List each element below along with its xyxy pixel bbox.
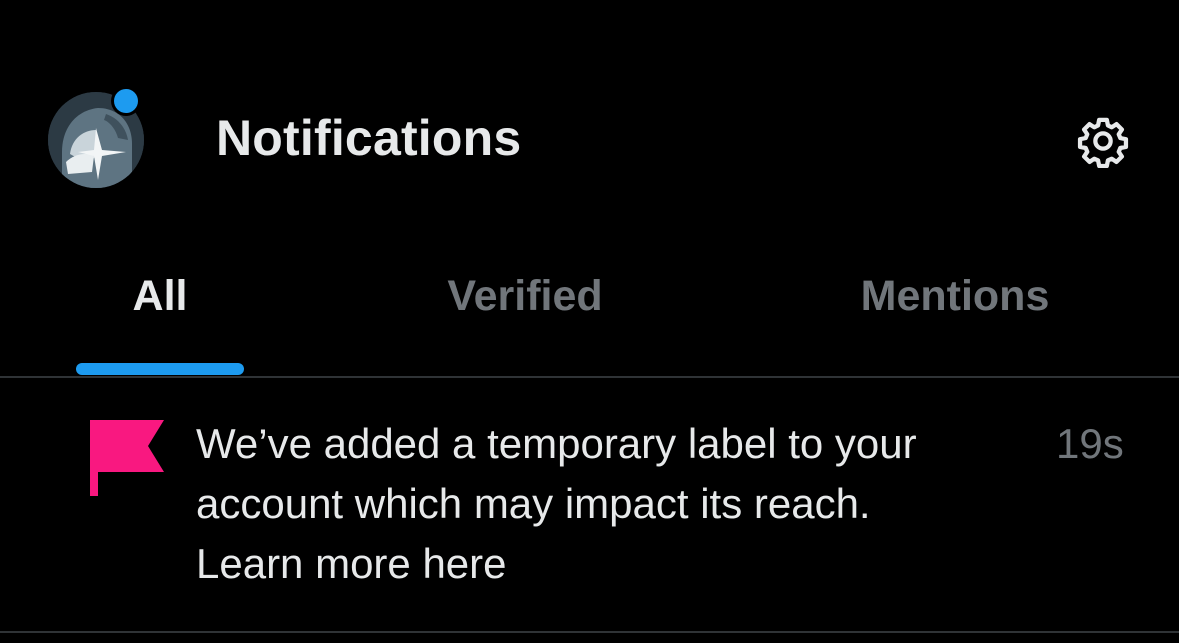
notification-text-line: account which may impact its reach. [196,480,871,527]
gear-icon [1077,117,1129,168]
avatar-notification-dot [114,89,138,113]
settings-button[interactable] [1070,108,1136,174]
tab-bar: All Verified Mentions [0,238,1179,376]
tab-label: Verified [447,272,603,320]
notification-item[interactable]: We’ve added a temporary label to your ac… [0,378,1179,631]
notification-timestamp: 19s [1056,420,1124,467]
tab-label: Mentions [860,272,1050,320]
divider [0,631,1179,633]
tab-label: All [132,272,188,320]
active-tab-indicator [76,363,244,375]
tab-all[interactable]: All [40,238,280,376]
flag-icon [90,420,164,496]
notification-text-line: We’ve added a temporary label to your [196,420,917,467]
top-bar: Notifications [0,0,1179,230]
tab-verified[interactable]: Verified [380,238,670,376]
notification-link-line[interactable]: Learn more here [196,534,1016,594]
notification-message: We’ve added a temporary label to your ac… [196,414,1016,594]
page-title: Notifications [216,110,522,166]
tab-mentions[interactable]: Mentions [800,238,1110,376]
